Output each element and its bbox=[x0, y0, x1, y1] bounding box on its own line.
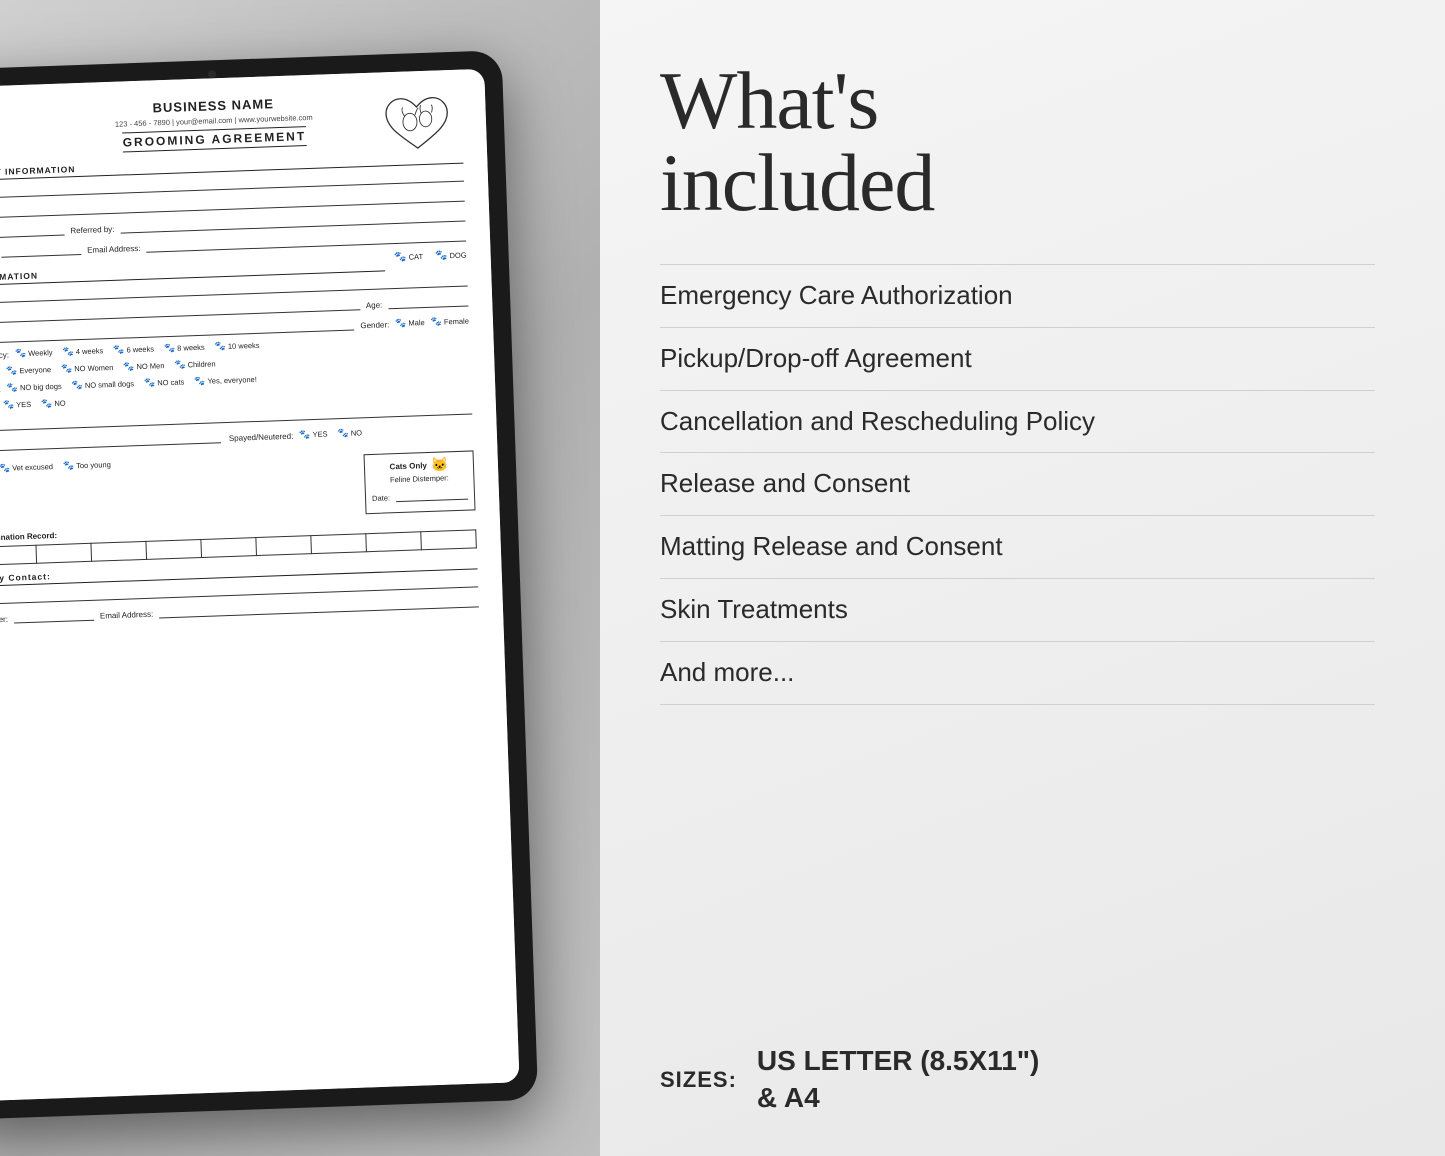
feature-item-5: Matting Release and Consent bbox=[660, 516, 1375, 579]
date-label: Date: bbox=[372, 493, 390, 503]
label-friendly2: riendly: bbox=[0, 385, 1, 395]
vax-cell bbox=[366, 532, 422, 552]
friendly-no-men: 🐾 NO Men bbox=[123, 360, 165, 372]
line-em-phone bbox=[14, 607, 94, 624]
doc-header: BUSINESS NAME 123 - 456 - 7890 | your@em… bbox=[0, 90, 463, 158]
form-row-spayed: Spayed/Neutered: 🐾 YES 🐾 NO bbox=[229, 423, 473, 443]
heading-section: What's included bbox=[660, 60, 1375, 264]
date-line bbox=[396, 486, 469, 503]
feature-item-1: Emergency Care Authorization bbox=[660, 264, 1375, 328]
feature-item-2: Pickup/Drop-off Agreement bbox=[660, 328, 1375, 391]
sizes-value-block: US LETTER (8.5X11") & A4 bbox=[757, 1043, 1039, 1116]
doc-title: GROOMING AGREEMENT bbox=[122, 126, 306, 152]
label-gender: Gender: bbox=[360, 320, 389, 330]
sizes-value-2: & A4 bbox=[757, 1080, 1039, 1116]
label-spayed: Spayed/Neutered: bbox=[229, 432, 294, 443]
freq-weekly: 🐾 Weekly bbox=[15, 347, 53, 359]
friendly-no: 🐾 NO bbox=[41, 398, 66, 410]
cat-label: CAT bbox=[409, 252, 424, 261]
friendly-no-big-dogs: 🐾 NO big dogs bbox=[7, 381, 62, 394]
main-heading: What's included bbox=[660, 60, 1375, 224]
friendly3-options: 🐾 YES 🐾 NO bbox=[3, 398, 66, 411]
sizes-value-1: US LETTER (8.5X11") bbox=[757, 1043, 1039, 1079]
features-list: Emergency Care Authorization Pickup/Drop… bbox=[660, 264, 1375, 1013]
freq-options: 🐾 Weekly 🐾 4 weeks 🐾 6 weeks 🐾 8 weeks 🐾… bbox=[15, 340, 260, 360]
line-state bbox=[0, 222, 65, 239]
vax-cell bbox=[91, 541, 147, 561]
left-panel: BUSINESS NAME 123 - 456 - 7890 | your@em… bbox=[0, 0, 600, 1156]
spayed-options: 🐾 YES 🐾 NO bbox=[299, 427, 362, 440]
form-row-vet: ne: bbox=[0, 429, 221, 452]
vax-vet-excused: 🐾 Vet excused bbox=[0, 461, 53, 474]
dog-label: DOG bbox=[449, 251, 466, 261]
line-em-email bbox=[159, 593, 479, 618]
dog-option: 🐾 DOG bbox=[435, 250, 467, 262]
line-phone bbox=[1, 241, 81, 258]
vax-options: 🐾 Vet excused 🐾 Too young bbox=[0, 459, 111, 474]
friendly-children: 🐾 Children bbox=[174, 358, 216, 370]
feline-date-row: Date: bbox=[372, 486, 468, 503]
line-vet bbox=[0, 429, 221, 451]
gender-female: 🐾 Female bbox=[431, 316, 470, 328]
freq-6weeks: 🐾 6 weeks bbox=[113, 344, 154, 356]
sizes-label: SIZES: bbox=[660, 1067, 737, 1093]
spayed-no: 🐾 NO bbox=[337, 427, 362, 439]
feature-item-6: Skin Treatments bbox=[660, 579, 1375, 642]
vax-cell bbox=[256, 536, 312, 556]
vax-cell bbox=[36, 543, 92, 563]
label-em-phone: umber: bbox=[0, 615, 8, 625]
gender-female-label: Female bbox=[444, 317, 469, 327]
vax-cell bbox=[146, 539, 202, 559]
cats-only-title: Cats Only bbox=[389, 461, 427, 471]
feature-item-4: Release and Consent bbox=[660, 453, 1375, 516]
friendly1-options: 🐾 Everyone 🐾 NO Women 🐾 NO Men 🐾 Childre… bbox=[6, 358, 216, 376]
tablet-screen: BUSINESS NAME 123 - 456 - 7890 | your@em… bbox=[0, 69, 520, 1101]
label-email: Email Address: bbox=[87, 244, 141, 255]
freq-4weeks: 🐾 4 weeks bbox=[62, 345, 103, 357]
gender-male: 🐾 Male bbox=[395, 317, 425, 329]
gender-male-label: Male bbox=[408, 318, 425, 328]
friendly-yes-everyone: 🐾 Yes, everyone! bbox=[194, 374, 257, 387]
feature-item-3: Cancellation and Rescheduling Policy bbox=[660, 391, 1375, 454]
freq-10weeks: 🐾 10 weeks bbox=[215, 340, 260, 353]
cats-only-box: Cats Only 🐱 Feline Distemper: Date: bbox=[364, 450, 476, 514]
label-em-email: Email Address: bbox=[100, 610, 154, 621]
friendly-no-small-dogs: 🐾 NO small dogs bbox=[71, 378, 134, 391]
doc-logo bbox=[381, 90, 453, 162]
vax-cell bbox=[201, 538, 257, 558]
cat-option: 🐾 CAT bbox=[394, 251, 423, 263]
friendly-yes: 🐾 YES bbox=[3, 399, 32, 411]
vax-too-young: 🐾 Too young bbox=[63, 459, 111, 472]
feline-label: Feline Distemper: bbox=[371, 473, 467, 485]
freq-8weeks: 🐾 8 weeks bbox=[164, 342, 205, 354]
sizes-section: SIZES: US LETTER (8.5X11") & A4 bbox=[660, 1043, 1375, 1116]
vax-cell bbox=[421, 530, 477, 550]
feature-item-7: And more... bbox=[660, 642, 1375, 705]
friendly-everyone: 🐾 Everyone bbox=[6, 364, 51, 377]
vax-cell bbox=[311, 534, 367, 554]
vax-cell bbox=[0, 545, 37, 565]
document-content: BUSINESS NAME 123 - 456 - 7890 | your@em… bbox=[0, 69, 520, 1101]
label-frequency: requency: bbox=[0, 351, 9, 361]
spayed-yes: 🐾 YES bbox=[299, 429, 328, 441]
line-age bbox=[388, 293, 468, 310]
label-referred: Referred by: bbox=[70, 225, 114, 236]
tablet-frame: BUSINESS NAME 123 - 456 - 7890 | your@em… bbox=[0, 50, 538, 1120]
friendly-no-women: 🐾 NO Women bbox=[61, 362, 114, 375]
right-panel: What's included Emergency Care Authoriza… bbox=[600, 0, 1445, 1156]
friendly2-options: 🐾 NO big dogs 🐾 NO small dogs 🐾 NO cats … bbox=[7, 374, 257, 394]
friendly-no-cats: 🐾 NO cats bbox=[144, 376, 185, 388]
label-age: Age: bbox=[366, 301, 383, 311]
